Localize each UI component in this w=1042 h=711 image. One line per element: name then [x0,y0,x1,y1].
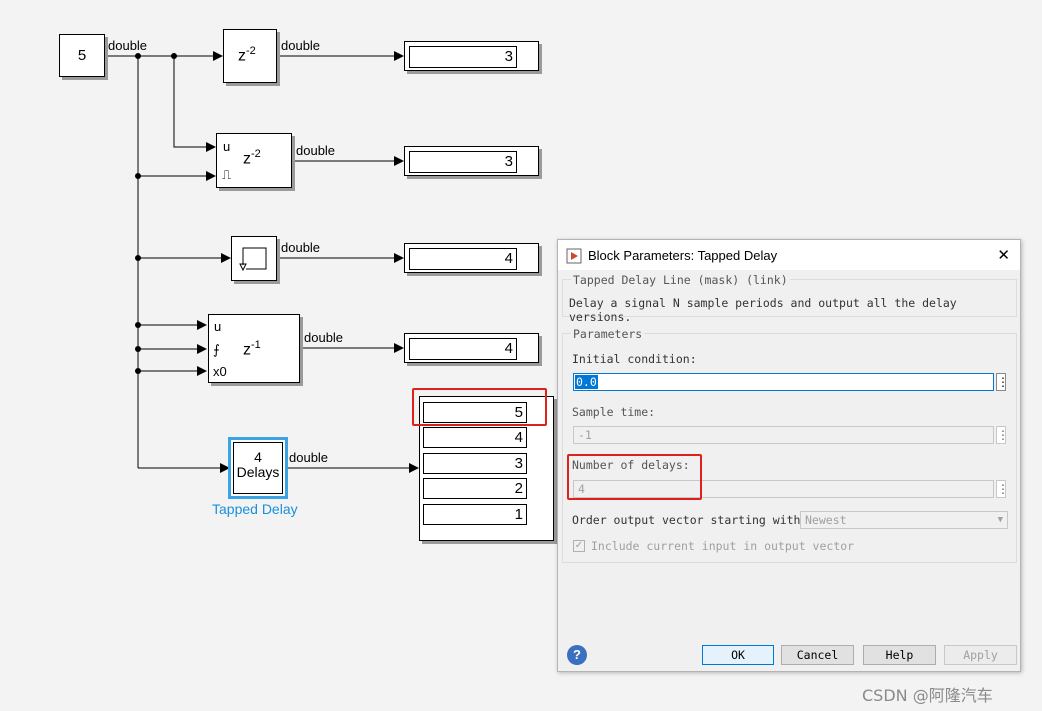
more-options-icon[interactable]: ⋮ [996,426,1009,444]
mask-description: Delay a signal N sample periods and outp… [569,296,957,324]
signal-type-label: double [289,450,329,465]
display-value: 3 [409,151,517,173]
help-icon-glyph: ? [573,647,581,662]
tapped-delay-label: Delays [236,464,280,480]
display-block[interactable]: 3 [404,41,539,71]
enabled-delay-block[interactable]: u ⎍ z-2 [216,133,292,188]
display-value: 3 [423,453,527,474]
display-block[interactable]: 4 [404,333,539,363]
memory-icon [239,247,267,272]
port-u-label: u [223,139,231,154]
constant-value: 5 [77,47,87,64]
sample-time-field[interactable]: -1 [573,426,994,444]
highlight-box [567,454,702,500]
display-value: 4 [409,338,517,360]
initial-condition-value: 0.0 [575,375,598,389]
signal-type-label: double [281,240,321,255]
simulink-icon [566,248,582,264]
signal-type-label: double [108,38,148,53]
signal-type-label: double [281,38,321,53]
delay-operator: z-2 [243,148,261,168]
highlight-box [412,388,547,426]
reset-port-icon: ⨍ [213,342,220,357]
parameters-group: Parameters Initial condition: 0.0 ⋮ Samp… [562,327,1017,563]
resettable-delay-block[interactable]: u ⨍ x0 z-1 [208,314,300,383]
chevron-down-icon: ▼ [997,515,1003,525]
signal-type-label: double [296,143,336,158]
include-current-label: Include current input in output vector [591,539,855,553]
branch-points [135,53,177,374]
display-value: 4 [423,427,527,448]
more-options-icon[interactable]: ⋮ [996,480,1009,498]
mask-header: Tapped Delay Line (mask) (link) [571,273,790,287]
delay-operator: z-2 [238,45,256,65]
include-current-checkbox[interactable]: ✓ [573,540,585,552]
tapped-delay-selection[interactable]: 4 Delays [228,437,288,499]
display-value: 4 [409,248,517,270]
memory-block[interactable] [231,236,277,281]
more-options-icon[interactable]: ⋮ [996,373,1009,391]
display-block[interactable]: 3 [404,146,539,176]
delay-operator: z-1 [243,339,261,359]
mask-group: Tapped Delay Line (mask) (link) Delay a … [562,273,1017,324]
order-output-select[interactable]: Newest ▼ [800,511,1008,529]
display-block[interactable]: 4 [404,243,539,273]
ok-button[interactable]: OK [702,645,774,665]
signal-type-label: double [304,330,344,345]
display-value: 3 [409,46,517,68]
constant-block[interactable]: 5 [59,34,105,77]
dialog-title: Block Parameters: Tapped Delay [588,248,778,263]
close-icon[interactable]: ✕ [997,246,1010,264]
order-output-label: Order output vector starting with: [572,513,808,527]
display-value: 1 [423,504,527,525]
dialog-titlebar[interactable]: Block Parameters: Tapped Delay ✕ [558,240,1020,270]
port-u-label: u [214,319,222,334]
tapped-delay-block[interactable]: 4 Delays [233,442,283,494]
tapped-delay-count: 4 [254,449,262,465]
watermark: CSDN @阿隆汽车 [862,686,993,705]
initial-condition-label: Initial condition: [572,352,697,366]
sample-time-label: Sample time: [572,405,656,419]
help-button[interactable]: Help [863,645,936,665]
enable-port-icon: ⎍ [222,167,232,182]
initial-condition-field[interactable]: 0.0 [573,373,994,391]
parameters-header: Parameters [571,327,645,341]
order-output-value: Newest [805,513,847,527]
port-x0-label: x0 [213,364,227,379]
display-value: 2 [423,478,527,499]
delay-block[interactable]: z-2 [223,29,277,83]
tapped-delay-caption[interactable]: Tapped Delay [212,501,298,517]
apply-button[interactable]: Apply [944,645,1017,665]
cancel-button[interactable]: Cancel [781,645,854,665]
help-icon[interactable]: ? [567,645,587,665]
